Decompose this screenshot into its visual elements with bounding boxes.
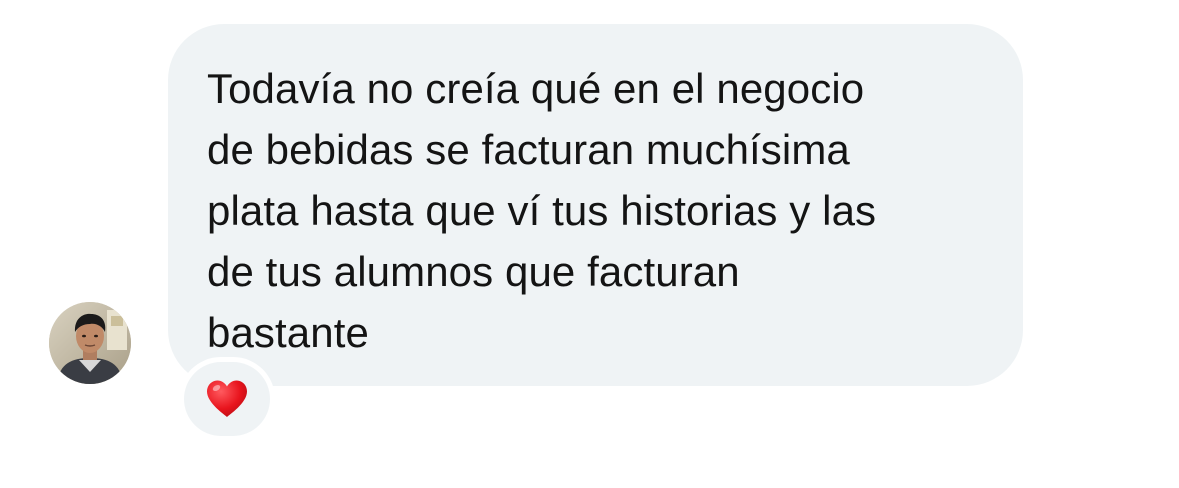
message-line: bastante: [207, 309, 369, 356]
person-photo-icon: [49, 302, 131, 384]
message-line: de bebidas se facturan muchísima: [207, 126, 850, 173]
message-line: de tus alumnos que facturan: [207, 248, 740, 295]
message-line: Todavía no creía qué en el negocio: [207, 65, 865, 112]
red-heart-icon: [207, 380, 247, 417]
message-text: Todavía no creía qué en el negocio de be…: [207, 58, 997, 363]
sender-avatar[interactable]: [49, 302, 131, 384]
message-line: plata hasta que ví tus historias y las: [207, 187, 877, 234]
heart-reaction[interactable]: [184, 362, 270, 436]
